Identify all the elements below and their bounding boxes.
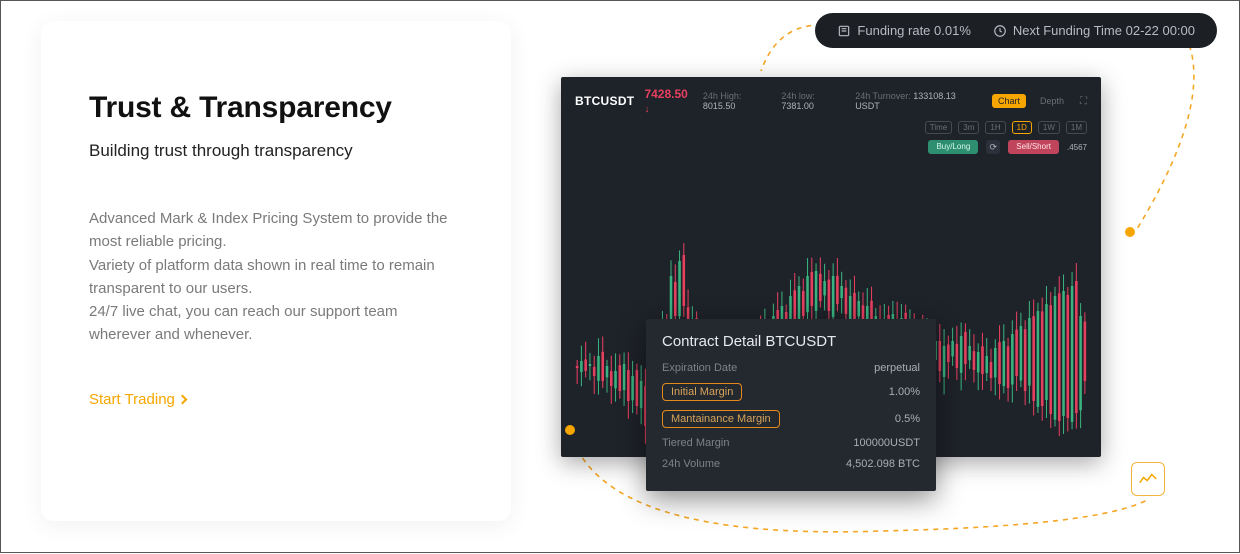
row-24h-vol-k: 24h Volume: [662, 458, 720, 470]
row-maint-margin-k: Mantainance Margin: [662, 410, 780, 428]
next-funding-text: Next Funding Time 02-22 00:00: [1013, 23, 1195, 38]
info-card: Trust & Transparency Building trust thro…: [41, 21, 511, 521]
card-body: Advanced Mark & Index Pricing System to …: [89, 207, 463, 347]
tf-1w[interactable]: 1W: [1038, 121, 1060, 134]
buy-long-button[interactable]: Buy/Long: [928, 140, 978, 154]
tab-depth[interactable]: Depth: [1040, 96, 1064, 106]
row-initial-margin-k: Initial Margin: [662, 383, 742, 401]
row-initial-margin-v: 1.00%: [889, 386, 920, 398]
card-title: Trust & Transparency: [89, 91, 463, 125]
timeframe-group: Time 3m 1H 1D 1W 1M: [925, 121, 1087, 134]
chevron-right-icon: [177, 394, 187, 404]
refresh-icon[interactable]: ⟳: [986, 140, 1000, 154]
tab-chart[interactable]: Chart: [992, 94, 1026, 108]
row-tiered-k: Tiered Margin: [662, 437, 729, 449]
sell-short-button[interactable]: Sell/Short: [1008, 140, 1059, 154]
clock-icon: [993, 24, 1007, 38]
tf-1h[interactable]: 1H: [985, 121, 1005, 134]
card-subtitle: Building trust through transparency: [89, 141, 463, 161]
chart-symbol: BTCUSDT: [575, 94, 634, 108]
chart-badge-icon[interactable]: [1131, 462, 1165, 496]
funding-pill: Funding rate 0.01% Next Funding Time 02-…: [815, 13, 1217, 48]
tf-time[interactable]: Time: [925, 121, 952, 134]
accent-dot-icon: [565, 425, 575, 435]
row-tiered-v: 100000USDT: [853, 437, 920, 449]
down-arrow-icon: ↓: [644, 104, 649, 115]
small-value: .4567: [1067, 143, 1087, 152]
cta-label: Start Trading: [89, 391, 175, 408]
accent-dot-icon: [1125, 227, 1135, 237]
funding-rate-text: Funding rate 0.01%: [857, 23, 970, 38]
row-expiration-k: Expiration Date: [662, 362, 737, 374]
chart-price: 7428.50 ↓: [644, 87, 692, 115]
expand-icon[interactable]: ⛶: [1080, 96, 1087, 107]
row-maint-margin-v: 0.5%: [895, 413, 920, 425]
contract-title: Contract Detail BTCUSDT: [662, 333, 920, 350]
tf-3m[interactable]: 3m: [958, 121, 979, 134]
tf-1m[interactable]: 1M: [1066, 121, 1087, 134]
row-expiration-v: perpetual: [874, 362, 920, 374]
rate-icon: [837, 24, 851, 38]
row-24h-vol-v: 4,502.098 BTC: [846, 458, 920, 470]
tf-1d[interactable]: 1D: [1012, 121, 1032, 134]
contract-detail-panel: Contract Detail BTCUSDT Expiration Date p…: [646, 319, 936, 491]
start-trading-link[interactable]: Start Trading: [89, 391, 186, 408]
